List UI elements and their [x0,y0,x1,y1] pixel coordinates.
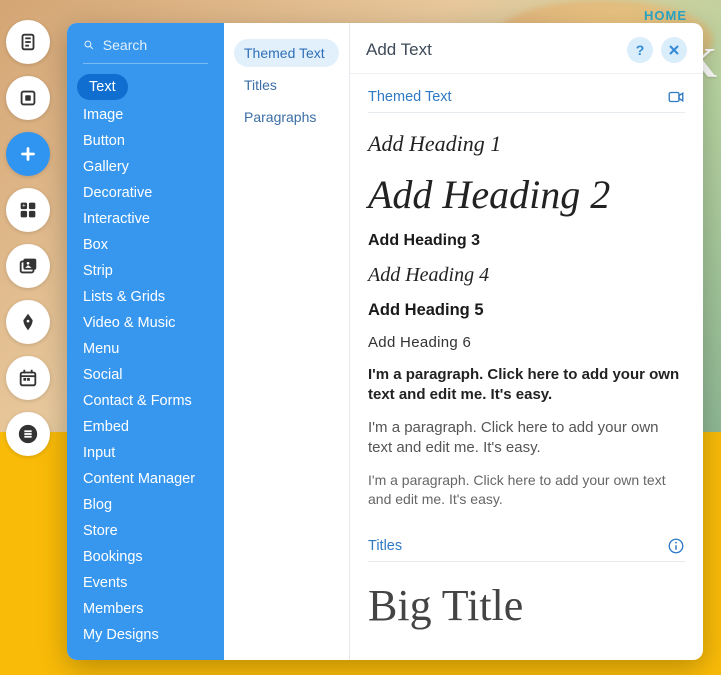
category-item[interactable]: Content Manager [67,466,224,492]
pen-button[interactable] [6,300,50,344]
section-label: Titles [368,538,402,554]
add-panel: TextImageButtonGalleryDecorativeInteract… [67,23,703,660]
section-header-titles: Titles [368,537,685,562]
category-item[interactable]: Video & Music [67,310,224,336]
pages-button[interactable] [6,20,50,64]
category-item[interactable]: Gallery [67,154,224,180]
svg-text:+: + [22,203,26,210]
themed-paragraph-1[interactable]: I'm a paragraph. Click here to add your … [368,365,685,404]
search-input[interactable] [103,37,208,53]
themed-heading-3[interactable]: Add Heading 3 [368,232,685,250]
themed-paragraph-3[interactable]: I'm a paragraph. Click here to add your … [368,471,685,509]
close-button[interactable] [661,37,687,63]
category-item[interactable]: Button [67,128,224,154]
category-item[interactable]: Events [67,570,224,596]
pen-icon [17,311,39,333]
help-button[interactable]: ? [627,37,653,63]
list-icon [17,423,39,445]
list-button[interactable] [6,412,50,456]
category-item[interactable]: Social [67,362,224,388]
background-icon [17,87,39,109]
category-item[interactable]: Blog [67,492,224,518]
category-item[interactable]: Bookings [67,544,224,570]
category-item[interactable]: My Designs [67,622,224,648]
themed-heading-5[interactable]: Add Heading 5 [368,301,685,320]
subcategory-item[interactable]: Paragraphs [234,103,339,131]
category-item[interactable]: Menu [67,336,224,362]
close-icon [668,44,680,56]
apps-button[interactable]: + [6,188,50,232]
themed-heading-6[interactable]: Add Heading 6 [368,334,685,351]
category-item[interactable]: Embed [67,414,224,440]
category-item[interactable]: Lists & Grids [67,284,224,310]
category-item[interactable]: Image [67,102,224,128]
search-row[interactable] [67,37,224,63]
nav-home-link[interactable]: HOME [644,8,687,23]
category-item[interactable]: Input [67,440,224,466]
content-header: Add Text ? [350,23,703,74]
category-item[interactable]: Text [77,74,128,100]
page-title: Add Text [366,40,432,60]
divider [83,63,208,64]
media-button[interactable] [6,244,50,288]
category-item[interactable]: Decorative [67,180,224,206]
calendar-icon [17,367,39,389]
title-preset-big[interactable]: Big Title [368,580,685,631]
editor-icon-rail: + [6,20,54,456]
themed-heading-1[interactable]: Add Heading 1 [368,131,685,157]
apps-icon: + [17,199,39,221]
video-tutorial-icon[interactable] [667,88,685,106]
media-icon [17,255,39,277]
category-list: TextImageButtonGalleryDecorativeInteract… [67,72,224,648]
themed-paragraph-2[interactable]: I'm a paragraph. Click here to add your … [368,418,685,457]
content-body: Themed Text Add Heading 1 Add Heading 2 … [350,74,703,651]
themed-heading-4[interactable]: Add Heading 4 [368,264,685,287]
info-icon[interactable] [667,537,685,555]
add-icon [17,143,39,165]
calendar-button[interactable] [6,356,50,400]
themed-heading-2[interactable]: Add Heading 2 [368,171,685,218]
section-label: Themed Text [368,89,452,105]
subcategory-item[interactable]: Themed Text [234,39,339,67]
category-item[interactable]: Store [67,518,224,544]
section-header-themed: Themed Text [368,88,685,113]
category-item[interactable]: Strip [67,258,224,284]
pages-icon [17,31,39,53]
content-column: Add Text ? Themed Text Add Heading 1 Add… [350,23,703,660]
add-button[interactable] [6,132,50,176]
search-icon [83,38,95,52]
category-item[interactable]: Interactive [67,206,224,232]
subcategory-item[interactable]: Titles [234,71,339,99]
category-item[interactable]: Box [67,232,224,258]
category-column: TextImageButtonGalleryDecorativeInteract… [67,23,224,660]
subcategory-column: Themed Text Titles Paragraphs [224,23,350,660]
background-button[interactable] [6,76,50,120]
category-item[interactable]: Members [67,596,224,622]
category-item[interactable]: Contact & Forms [67,388,224,414]
